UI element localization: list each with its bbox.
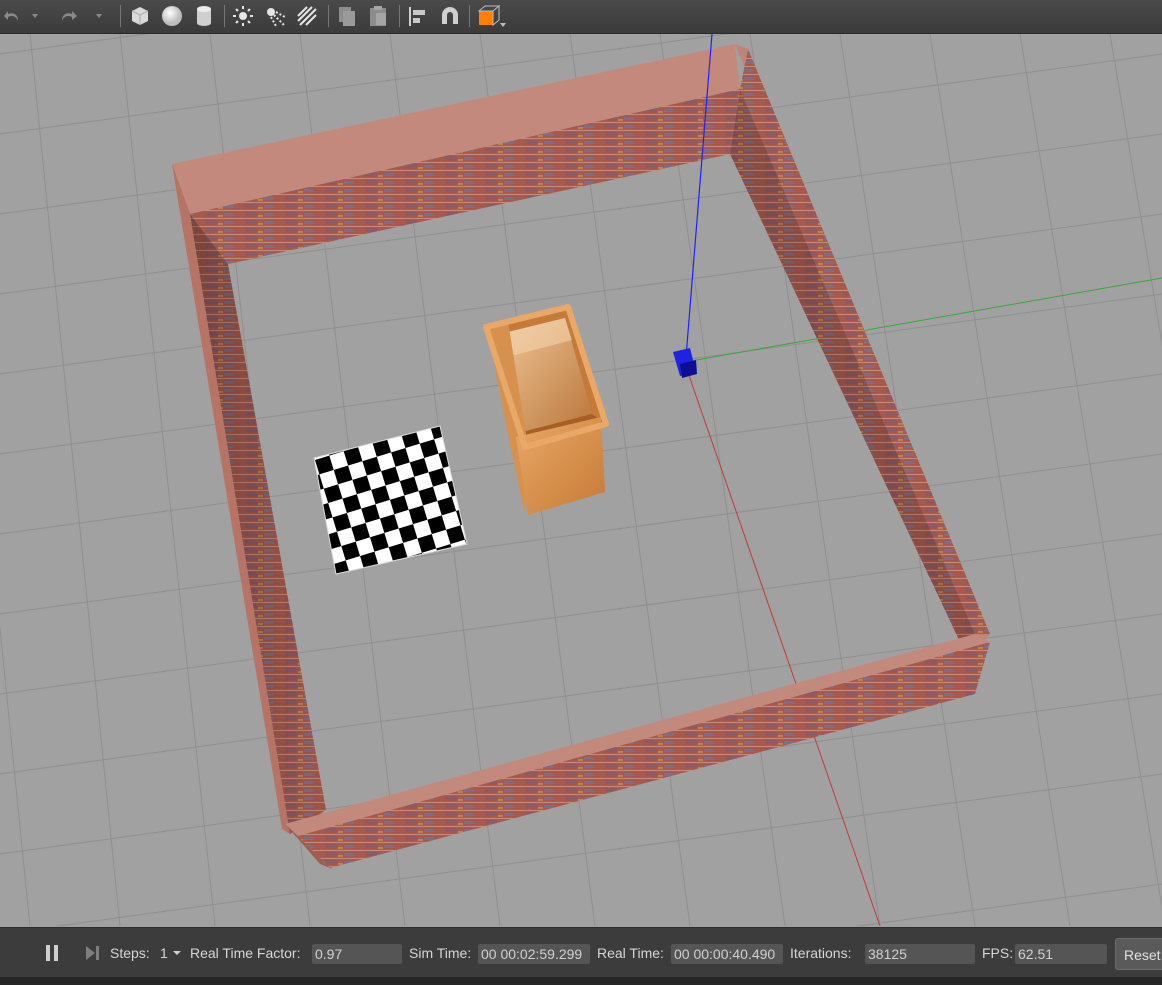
- toolbar: [0, 0, 1162, 34]
- undo-dropdown-icon[interactable]: [28, 0, 42, 31]
- sim-time-field: 00 00:02:59.299: [478, 944, 590, 964]
- box-shape-icon[interactable]: [126, 0, 154, 31]
- real-time-field: 00 00:00:40.490: [671, 944, 783, 964]
- real-time-label: Real Time:: [597, 945, 664, 961]
- cylinder-shape-icon[interactable]: [190, 0, 218, 31]
- step-forward-icon[interactable]: [84, 928, 104, 978]
- paste-icon[interactable]: [364, 0, 392, 31]
- steps-label: Steps:: [110, 945, 150, 961]
- reset-button[interactable]: Reset: [1115, 938, 1162, 970]
- snap-magnet-icon[interactable]: [436, 0, 464, 31]
- window-bottom-edge: [0, 977, 1162, 985]
- steps-value: 1: [160, 945, 168, 961]
- redo-icon[interactable]: [54, 0, 82, 31]
- steps-select[interactable]: 1: [160, 928, 183, 978]
- sim-time-label: Sim Time:: [409, 945, 472, 961]
- redo-dropdown-icon[interactable]: [92, 0, 106, 31]
- simulation-status-bar: Steps: 1 Real Time Factor: 0.97 Sim Time…: [0, 927, 1162, 978]
- chevron-down-icon: [172, 951, 181, 955]
- iterations-label: Iterations:: [790, 945, 852, 961]
- real-time-factor-label: Real Time Factor:: [190, 945, 301, 961]
- fps-field: 62.51: [1015, 944, 1107, 964]
- scene-canvas[interactable]: [0, 34, 1162, 926]
- copy-icon[interactable]: [333, 0, 361, 31]
- sphere-shape-icon[interactable]: [158, 0, 186, 31]
- real-time-factor-field: 0.97: [312, 944, 402, 964]
- directional-light-icon[interactable]: [293, 0, 321, 31]
- pause-icon[interactable]: [44, 928, 64, 978]
- view-angle-icon[interactable]: [474, 0, 508, 31]
- undo-icon[interactable]: [0, 0, 26, 31]
- align-icon[interactable]: [404, 0, 432, 31]
- fps-label: FPS:: [982, 945, 1014, 961]
- spot-light-icon[interactable]: [261, 0, 289, 31]
- scene-viewport[interactable]: [0, 34, 1162, 926]
- iterations-field: 38125: [865, 944, 975, 964]
- point-light-icon[interactable]: [229, 0, 257, 31]
